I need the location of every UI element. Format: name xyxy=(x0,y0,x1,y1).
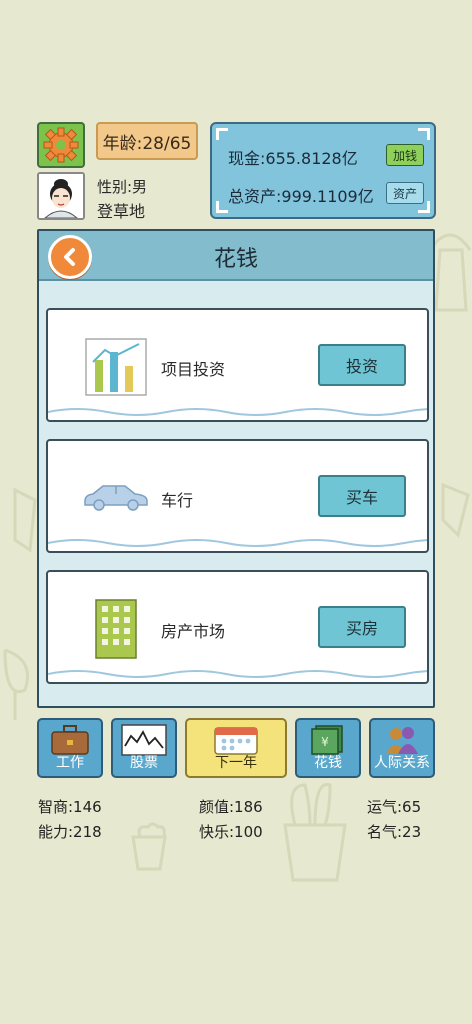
age-indicator: 年龄:28/65 xyxy=(96,122,198,160)
card-wave-decoration xyxy=(48,539,427,547)
svg-text:¥: ¥ xyxy=(321,735,329,749)
stat-iq: 智商:146 xyxy=(38,798,102,816)
invest-button[interactable]: 投资 xyxy=(318,344,406,386)
card-wave-decoration xyxy=(48,670,427,678)
cash-label: 现金:655.8128亿 xyxy=(228,149,358,168)
background-doodle-plant xyxy=(283,783,347,882)
background-doodle-leaf xyxy=(441,482,470,538)
stat-ability: 能力:218 xyxy=(38,823,102,841)
stat-happiness: 快乐:100 xyxy=(199,823,263,841)
background-doodle-leaf xyxy=(3,648,29,720)
panel-corner-decoration xyxy=(418,128,430,140)
nav-relationships-label: 人际关系 xyxy=(374,755,430,771)
stat-fame: 名气:23 xyxy=(367,823,422,841)
investment-card: 项目投资 投资 xyxy=(46,308,429,422)
gear-icon xyxy=(43,127,79,163)
spend-money-panel: 花钱 项目投资 投资 车行 买车 房产市场 买房 xyxy=(37,229,435,708)
chart-icon xyxy=(85,338,147,396)
background-doodle-leaf xyxy=(13,487,37,553)
car-dealer-label: 车行 xyxy=(161,491,194,510)
investment-label: 项目投资 xyxy=(161,360,226,379)
total-assets-label: 总资产:999.1109亿 xyxy=(228,187,374,206)
assets-button[interactable]: 资产 xyxy=(385,182,424,204)
card-wave-decoration xyxy=(48,408,427,416)
panel-corner-decoration xyxy=(216,201,228,213)
character-portrait-icon xyxy=(39,174,83,218)
real-estate-card: 房产市场 买房 xyxy=(46,570,429,684)
nav-work-label: 工作 xyxy=(56,755,84,771)
settings-button[interactable] xyxy=(37,122,85,168)
nav-next-year-button[interactable]: 下一年 xyxy=(185,718,287,778)
gender-label: 性别:男 xyxy=(97,178,148,196)
panel-header: 花钱 xyxy=(39,231,433,281)
stat-luck: 运气:65 xyxy=(367,798,422,816)
add-cash-button[interactable]: 加钱 xyxy=(385,144,424,166)
nav-stock-button[interactable]: 股票 xyxy=(111,718,177,778)
background-doodle-pot xyxy=(131,822,167,871)
avatar[interactable] xyxy=(37,172,85,220)
stat-looks: 颜值:186 xyxy=(199,798,263,816)
panel-title: 花钱 xyxy=(213,247,258,272)
nav-work-button[interactable]: 工作 xyxy=(37,718,103,778)
building-icon xyxy=(95,599,137,659)
car-icon xyxy=(84,485,148,511)
nav-spend-money-button[interactable]: ¥ 花钱 xyxy=(295,718,361,778)
nav-stock-label: 股票 xyxy=(130,755,158,771)
real-estate-label: 房产市场 xyxy=(161,622,226,641)
nav-spend-money-label: 花钱 xyxy=(314,755,342,771)
car-dealer-card: 车行 买车 xyxy=(46,439,429,553)
age-label: 年龄:28/65 xyxy=(102,133,192,154)
nav-relationships-button[interactable]: 人际关系 xyxy=(369,718,435,778)
nav-next-year-label: 下一年 xyxy=(215,755,257,771)
buy-house-button[interactable]: 买房 xyxy=(318,606,406,648)
money-panel: 现金:655.8128亿 加钱 总资产:999.1109亿 资产 xyxy=(210,122,436,219)
panel-corner-decoration xyxy=(216,128,228,140)
buy-car-button[interactable]: 买车 xyxy=(318,475,406,517)
character-title: 登草地 xyxy=(97,202,146,221)
